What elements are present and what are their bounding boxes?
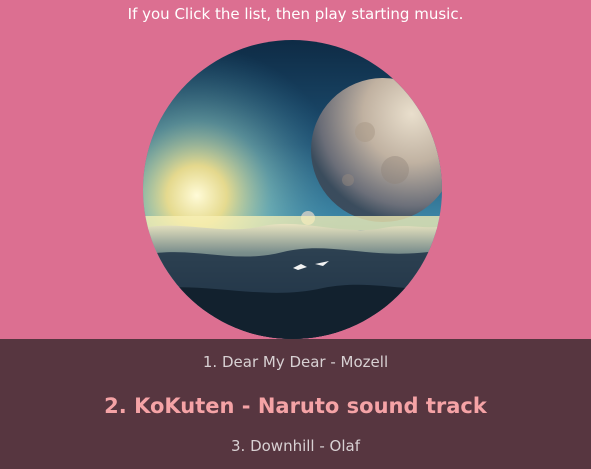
- instruction-text: If you Click the list, then play startin…: [127, 5, 464, 23]
- album-cover-image: [143, 40, 442, 339]
- music-player-page: If you Click the list, then play startin…: [0, 0, 591, 469]
- cover-art-illustration: [143, 40, 442, 339]
- track-3[interactable]: 3. Downhill - Olaf: [0, 436, 591, 456]
- track-1[interactable]: 1. Dear My Dear - Mozell: [0, 352, 591, 372]
- playlist: 1. Dear My Dear - Mozell 2. KoKuten - Na…: [0, 339, 591, 469]
- track-2-active[interactable]: 2. KoKuten - Naruto sound track: [0, 392, 591, 420]
